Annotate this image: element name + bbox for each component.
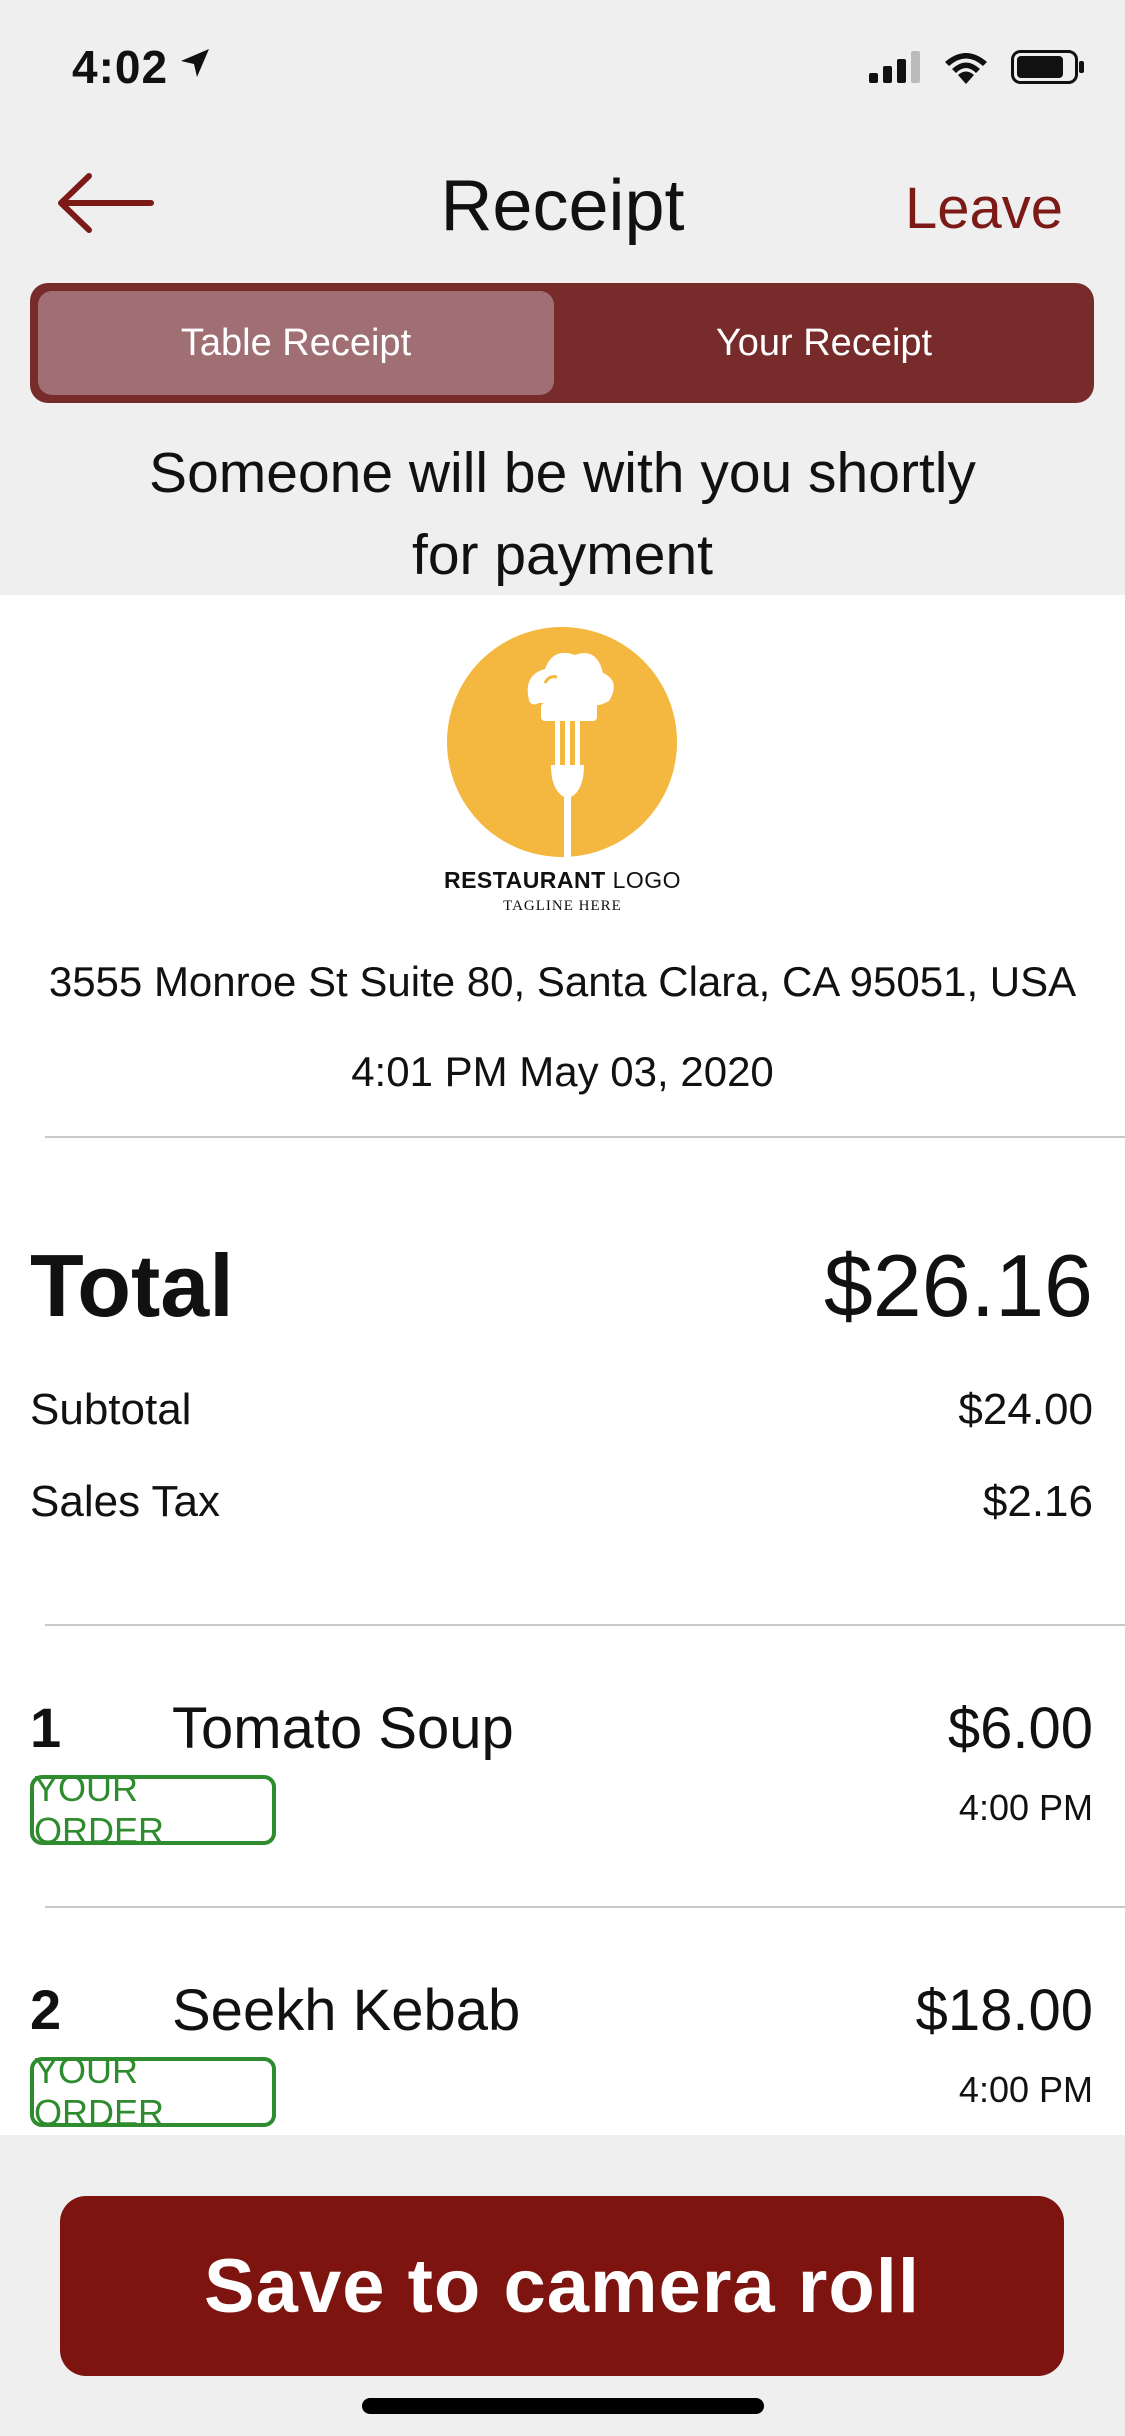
divider xyxy=(45,1136,1125,1138)
restaurant-address: 3555 Monroe St Suite 80, Santa Clara, CA… xyxy=(48,958,1077,1005)
logo-text: RESTAURANT LOGO TAGLINE HERE xyxy=(0,867,1125,915)
save-to-camera-roll-button[interactable]: Save to camera roll xyxy=(60,2196,1064,2376)
subtotal-label: Subtotal xyxy=(30,1385,192,1434)
status-time: 4:02 xyxy=(72,41,169,93)
sales-tax-value: $2.16 xyxy=(982,1477,1093,1526)
leave-button[interactable]: Leave xyxy=(905,175,1063,242)
item-name: Seekh Kebab xyxy=(172,1978,521,2043)
status-icons xyxy=(869,50,1085,84)
receipt-card: RESTAURANT LOGO TAGLINE HERE 3555 Monroe… xyxy=(0,595,1125,2135)
your-order-badge: YOUR ORDER xyxy=(30,1768,276,1851)
total-value: $26.16 xyxy=(823,1236,1093,1335)
your-order-badge: YOUR ORDER xyxy=(30,2050,276,2133)
list-item: 2 Seekh Kebab $18.00 YOUR ORDER 4:00 PM xyxy=(0,1977,1125,2135)
sales-tax-label: Sales Tax xyxy=(30,1477,220,1526)
status-bar: 4:02 xyxy=(0,0,1125,135)
location-arrow-icon xyxy=(181,49,209,77)
receipt-datetime: 4:01 PM May 03, 2020 xyxy=(351,1048,774,1095)
receipt-tabs: Table Receipt Your Receipt xyxy=(30,283,1094,403)
restaurant-logo-icon xyxy=(447,627,677,859)
item-time: 4:00 PM xyxy=(958,2069,1093,2110)
tab-your-receipt[interactable]: Your Receipt xyxy=(562,291,1086,395)
tab-table-receipt[interactable]: Table Receipt xyxy=(38,291,554,395)
item-name: Tomato Soup xyxy=(172,1696,514,1761)
logo-text-bold: RESTAURANT xyxy=(443,867,606,893)
battery-icon xyxy=(1011,50,1084,84)
cellular-signal-icon xyxy=(869,51,920,83)
item-time: 4:00 PM xyxy=(958,1787,1093,1828)
wifi-icon xyxy=(945,53,987,84)
list-item: 1 Tomato Soup $6.00 YOUR ORDER 4:00 PM xyxy=(0,1695,1125,1935)
logo-tagline: TAGLINE HERE xyxy=(503,898,622,914)
home-indicator xyxy=(362,2398,764,2414)
payment-message-line1: Someone will be with you shortly xyxy=(149,441,976,505)
nav-bar: Receipt Leave xyxy=(0,135,1125,275)
item-price: $18.00 xyxy=(915,1978,1093,2043)
payment-message: Someone will be with you shortly for pay… xyxy=(0,432,1125,596)
subtotal-value: $24.00 xyxy=(958,1385,1093,1434)
total-label: Total xyxy=(30,1236,234,1335)
logo-text-thin: LOGO xyxy=(612,867,682,893)
payment-message-line2: for payment xyxy=(412,523,713,587)
item-price: $6.00 xyxy=(947,1696,1093,1761)
item-quantity: 2 xyxy=(30,1978,62,2041)
divider xyxy=(45,1624,1125,1626)
item-quantity: 1 xyxy=(30,1696,62,1759)
divider xyxy=(45,1906,1125,1908)
